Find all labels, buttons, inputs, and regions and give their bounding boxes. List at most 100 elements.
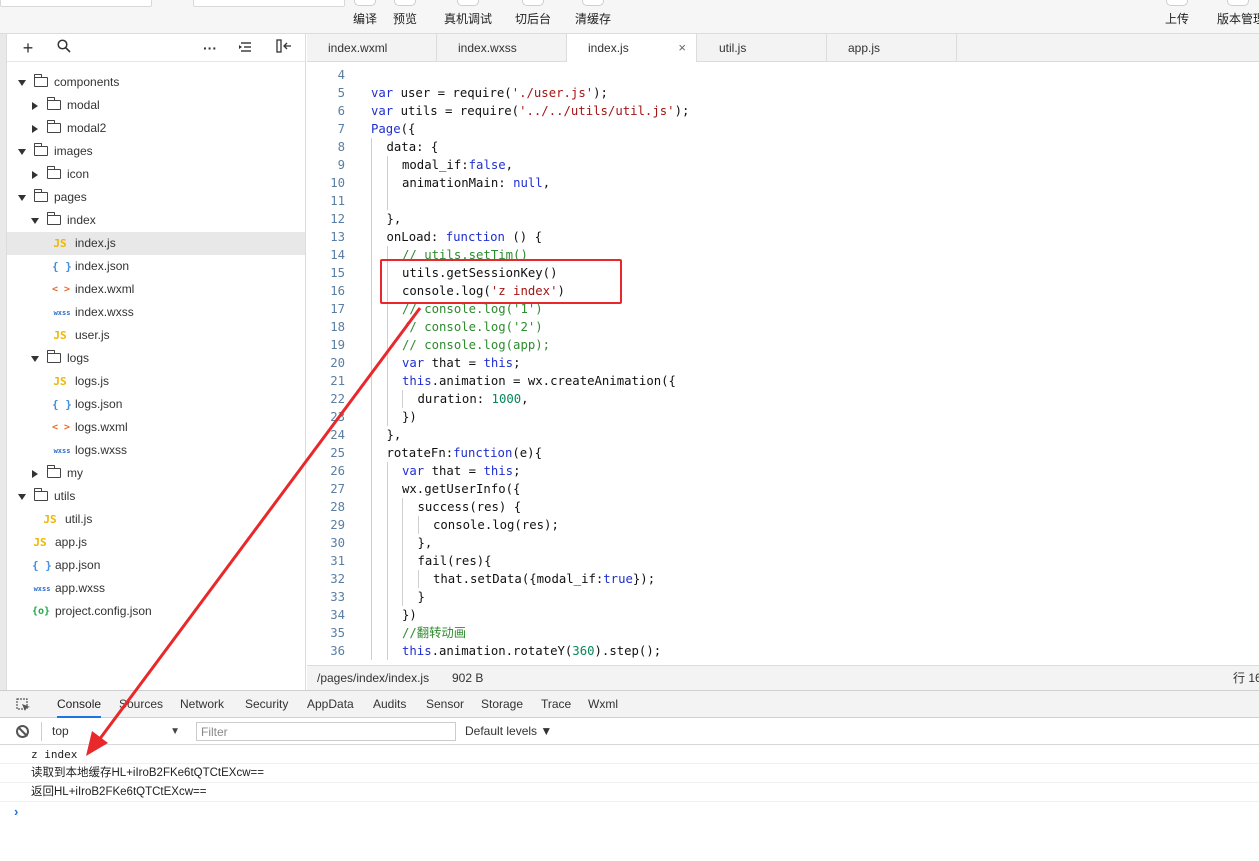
devtools-tab-appdata[interactable]: AppData — [307, 691, 354, 718]
dropdown-arrow-icon: ▼ — [170, 726, 180, 737]
indent-guide — [371, 246, 372, 264]
tree-item[interactable]: < > index.wxml — [7, 278, 305, 301]
indent-guide — [371, 552, 372, 570]
indent-guide — [371, 156, 372, 174]
tab-index-js[interactable]: index.js × — [567, 34, 697, 63]
tree-item[interactable]: { } logs.json — [7, 393, 305, 416]
code-token: data: { — [386, 140, 439, 154]
background-icon — [522, 0, 544, 6]
tree-item[interactable]: modal2 — [7, 117, 305, 140]
inspect-icon[interactable] — [16, 698, 31, 715]
upload-button[interactable]: 上传 — [1162, 0, 1192, 34]
more-icon[interactable]: ··· — [201, 39, 219, 57]
tree-item[interactable]: { } app.json — [7, 554, 305, 577]
tree-item[interactable]: images — [7, 140, 305, 163]
code-token: onLoad: — [386, 230, 446, 244]
tree-item[interactable]: wxss logs.wxss — [7, 439, 305, 462]
devtools-tab-audits[interactable]: Audits — [373, 691, 406, 718]
split-icon[interactable] — [275, 39, 293, 57]
tree-item[interactable]: utils — [7, 485, 305, 508]
close-tab-icon[interactable]: × — [678, 34, 686, 62]
caret-down-icon[interactable] — [18, 494, 26, 500]
caret-down-icon[interactable] — [31, 356, 39, 362]
line-number: 18 — [330, 320, 345, 334]
devtools-tab-sensor[interactable]: Sensor — [426, 691, 464, 718]
code-token: this — [402, 374, 432, 388]
tree-item[interactable]: index — [7, 209, 305, 232]
tree-item[interactable]: wxss index.wxss — [7, 301, 305, 324]
line-number: 31 — [330, 554, 345, 568]
caret-right-icon[interactable] — [32, 125, 38, 133]
line-number: 9 — [337, 158, 345, 172]
indent-guide — [371, 624, 372, 642]
devtools-tab-storage[interactable]: Storage — [481, 691, 523, 718]
devtools-tab-sources[interactable]: Sources — [119, 691, 163, 718]
code-line: 25 rotateFn:function(e){ — [307, 444, 1259, 462]
indent-guide — [386, 318, 388, 336]
tree-item[interactable]: {o} project.config.json — [7, 600, 305, 623]
tree-item[interactable]: modal — [7, 94, 305, 117]
project-name-field[interactable] — [0, 0, 152, 7]
tree-item[interactable]: JS app.js — [7, 531, 305, 554]
line-number: 25 — [330, 446, 345, 460]
preview-button[interactable]: 预览 — [390, 0, 420, 34]
caret-down-icon[interactable] — [31, 218, 39, 224]
search-icon[interactable] — [55, 39, 73, 57]
indent-guide — [386, 336, 388, 354]
caret-down-icon[interactable] — [18, 195, 26, 201]
code-token: 1000 — [491, 392, 522, 406]
tree-item[interactable]: my — [7, 462, 305, 485]
line-number: 28 — [330, 500, 345, 514]
tab-app-js[interactable]: app.js — [827, 34, 957, 62]
line-number: 33 — [330, 590, 345, 604]
compile-button[interactable]: 编译 — [350, 0, 380, 34]
tree-item[interactable]: wxss app.wxss — [7, 577, 305, 600]
remote-debug-button[interactable]: 真机调试 — [443, 0, 493, 34]
caret-right-icon[interactable] — [32, 171, 38, 179]
console-filter-input[interactable] — [196, 722, 456, 741]
indent-guide — [402, 390, 403, 408]
context-select[interactable]: top ▼ — [41, 722, 184, 741]
line-number: 14 — [330, 248, 345, 262]
caret-right-icon[interactable] — [32, 102, 38, 110]
tab-label: index.js — [588, 41, 629, 55]
tree-item[interactable]: pages — [7, 186, 305, 209]
caret-down-icon[interactable] — [18, 149, 26, 155]
code-line: 33} — [307, 588, 1259, 606]
compile-mode-select[interactable] — [193, 0, 345, 7]
add-icon[interactable]: + — [19, 39, 37, 57]
clear-console-icon[interactable] — [16, 725, 29, 738]
devtools-tab-console[interactable]: Console — [57, 691, 102, 718]
clear-cache-button[interactable]: 清缓存 — [573, 0, 613, 34]
code-token: success(res) { — [417, 500, 522, 514]
version-button[interactable]: 版本管理 — [1217, 0, 1259, 34]
tab-index-wxss[interactable]: index.wxss — [437, 34, 567, 62]
devtools-tab-wxml[interactable]: Wxml — [588, 691, 618, 718]
caret-down-icon[interactable] — [18, 80, 26, 86]
log-levels-select[interactable]: Default levels ▼ — [465, 722, 552, 741]
tree-item[interactable]: JS util.js — [7, 508, 305, 531]
tree-item[interactable]: JS index.js — [7, 232, 305, 255]
tree-item[interactable]: { } index.json — [7, 255, 305, 278]
devtools-tabs: Console Sources Network Security AppData Audi… — [0, 691, 1259, 718]
tab-util-js[interactable]: util.js — [697, 34, 827, 62]
background-button[interactable]: 切后台 — [513, 0, 553, 34]
code-editor[interactable]: 4 5 var user = require('./user.js'); 6 var u… — [307, 62, 1259, 665]
tree-item[interactable]: logs — [7, 347, 305, 370]
console-prompt[interactable]: › — [0, 802, 1259, 821]
tree-item[interactable]: JS logs.js — [7, 370, 305, 393]
caret-right-icon[interactable] — [32, 470, 38, 478]
file-explorer: + ··· components modal modal2 images icon pag… — [7, 34, 306, 690]
tree-item[interactable]: components — [7, 71, 305, 94]
devtools-tab-security[interactable]: Security — [245, 691, 288, 718]
indent-guide — [371, 138, 372, 156]
collapse-icon[interactable] — [237, 39, 255, 57]
tree-item[interactable]: < > logs.wxml — [7, 416, 305, 439]
tab-index-wxml[interactable]: index.wxml — [307, 34, 437, 62]
tree-item[interactable]: JS user.js — [7, 324, 305, 347]
indent-guide — [371, 228, 372, 246]
devtools-tab-trace[interactable]: Trace — [541, 691, 571, 718]
devtools-tab-network[interactable]: Network — [180, 691, 224, 718]
wxss-file-icon: wxss — [53, 447, 71, 455]
tree-item[interactable]: icon — [7, 163, 305, 186]
